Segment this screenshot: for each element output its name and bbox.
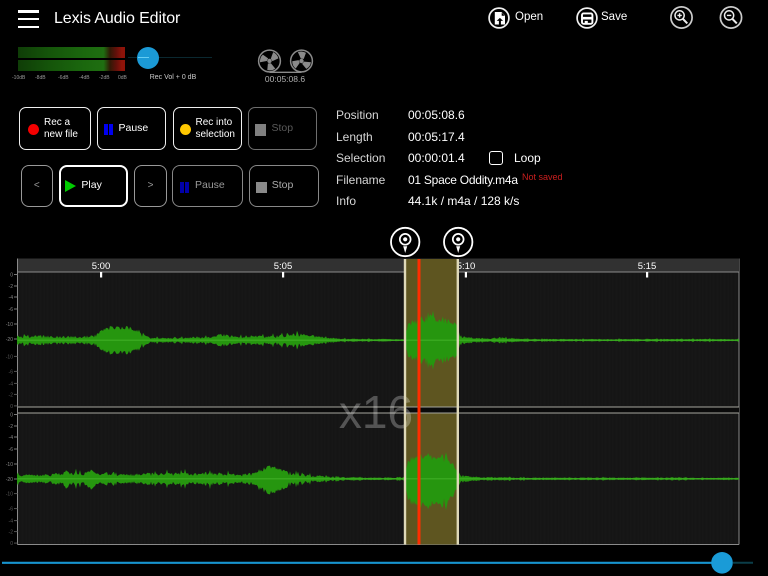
svg-text:-2: -2	[9, 392, 14, 398]
svg-text:x16: x16	[339, 386, 413, 438]
svg-text:-6: -6	[9, 307, 14, 313]
svg-text:0: 0	[10, 404, 13, 410]
svg-text:0: 0	[10, 413, 13, 419]
svg-text:-2: -2	[9, 284, 14, 290]
svg-text:5:10: 5:10	[457, 261, 476, 272]
svg-text:-20: -20	[6, 477, 13, 483]
svg-text:-6: -6	[9, 507, 14, 513]
svg-text:-10: -10	[6, 462, 13, 468]
svg-text:-20: -20	[6, 337, 13, 343]
svg-text:0: 0	[10, 273, 13, 279]
svg-text:-4: -4	[9, 381, 14, 387]
svg-text:-2: -2	[9, 530, 14, 536]
svg-text:-4: -4	[9, 435, 14, 441]
svg-text:-10: -10	[6, 354, 13, 360]
svg-text:-6: -6	[9, 447, 14, 453]
svg-text:0: 0	[10, 541, 13, 547]
svg-text:5:00: 5:00	[92, 261, 111, 272]
svg-text:-6: -6	[9, 369, 14, 375]
svg-text:5:05: 5:05	[274, 261, 293, 272]
svg-text:-2: -2	[9, 424, 14, 430]
svg-text:-4: -4	[9, 295, 14, 301]
svg-text:5:15: 5:15	[638, 261, 657, 272]
svg-text:-10: -10	[6, 322, 13, 328]
svg-text:-4: -4	[9, 519, 14, 525]
svg-text:-10: -10	[6, 492, 13, 498]
